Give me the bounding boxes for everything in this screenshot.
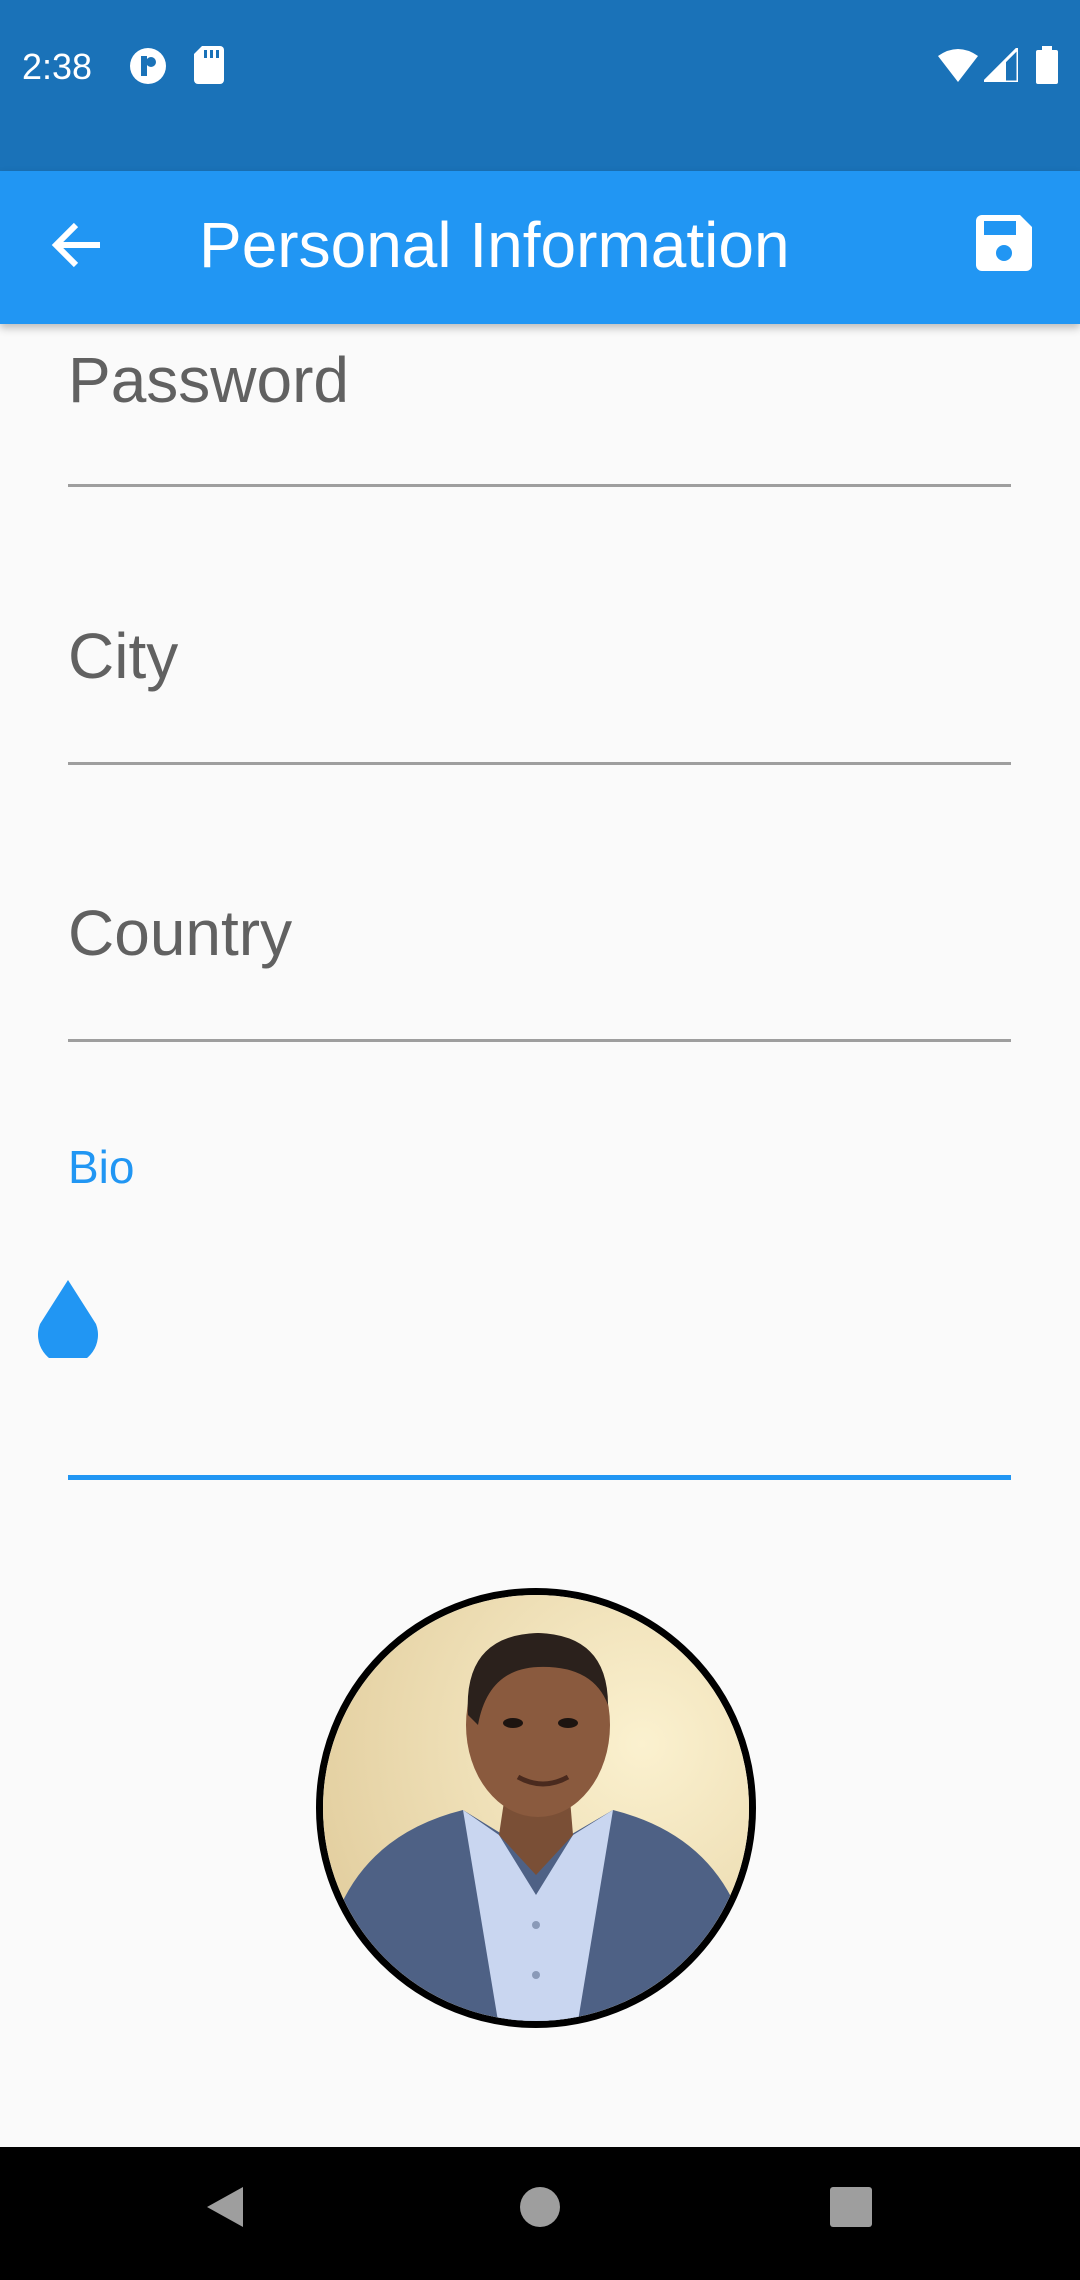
bio-label: Bio xyxy=(68,1141,135,1193)
status-bar: 2:38 xyxy=(0,0,1080,171)
back-triangle-icon xyxy=(207,2187,243,2227)
nav-recents-button[interactable] xyxy=(830,2185,872,2234)
profile-photo xyxy=(323,1595,749,2021)
country-label: Country xyxy=(68,897,293,969)
nav-home-button[interactable] xyxy=(520,2185,560,2234)
password-underline xyxy=(68,484,1011,487)
city-field[interactable]: City xyxy=(68,616,1011,766)
notification-p-icon xyxy=(128,46,168,91)
profile-avatar[interactable] xyxy=(316,1588,756,2028)
password-label: Password xyxy=(68,344,349,416)
app-bar: Personal Information xyxy=(0,171,1080,324)
arrow-back-icon xyxy=(51,222,100,268)
bio-underline xyxy=(68,1475,1011,1480)
cursor-drop-icon xyxy=(38,1280,98,1365)
back-button[interactable] xyxy=(42,209,114,281)
nav-back-button[interactable] xyxy=(205,2185,245,2234)
signal-icon xyxy=(980,44,1020,87)
password-field[interactable]: Password xyxy=(68,340,1011,490)
wifi-icon xyxy=(938,48,978,87)
home-circle-icon xyxy=(520,2187,560,2227)
city-underline xyxy=(68,762,1011,765)
country-underline xyxy=(68,1039,1011,1042)
page-title: Personal Information xyxy=(199,209,790,281)
save-button[interactable] xyxy=(976,215,1040,279)
sd-card-icon xyxy=(194,46,224,89)
city-label: City xyxy=(68,620,179,692)
battery-icon xyxy=(1036,46,1058,89)
system-nav-bar xyxy=(0,2147,1080,2280)
save-icon xyxy=(976,215,1032,271)
status-time: 2:38 xyxy=(22,46,93,87)
recents-square-icon xyxy=(830,2187,872,2227)
text-cursor-handle[interactable] xyxy=(37,1280,99,1365)
country-field[interactable]: Country xyxy=(68,893,1011,1043)
